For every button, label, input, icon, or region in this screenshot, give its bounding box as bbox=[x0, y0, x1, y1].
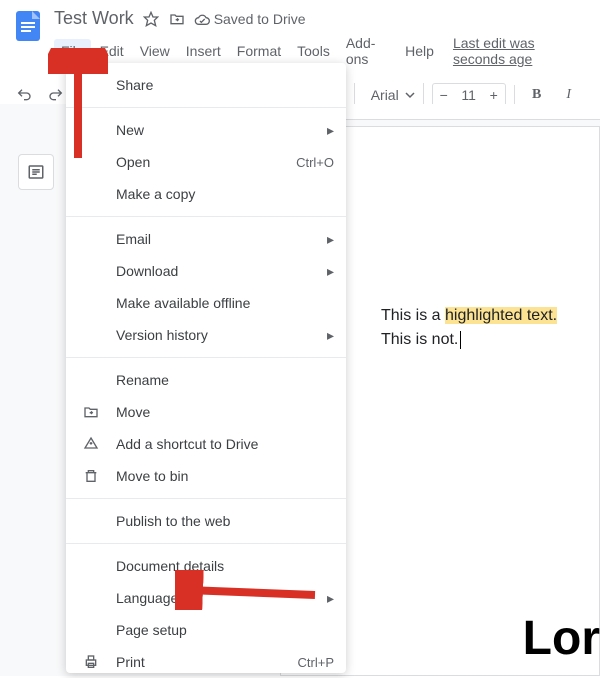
menu-offline[interactable]: Make available offline bbox=[66, 287, 346, 319]
text-line-2: This is not. bbox=[381, 331, 579, 349]
outline-toggle[interactable] bbox=[18, 154, 54, 190]
doc-title[interactable]: Test Work bbox=[54, 8, 134, 29]
text-cursor bbox=[460, 331, 461, 349]
font-size-value[interactable]: 11 bbox=[455, 87, 483, 103]
chevron-right-icon: ▸ bbox=[327, 590, 334, 607]
move-icon bbox=[80, 402, 102, 422]
menu-make-copy[interactable]: Make a copy bbox=[66, 178, 346, 210]
menu-addons[interactable]: Add-ons bbox=[339, 31, 396, 71]
trash-icon bbox=[80, 466, 102, 486]
last-edit-link[interactable]: Last edit was seconds age bbox=[453, 35, 590, 67]
menu-share[interactable]: Share bbox=[66, 69, 346, 101]
move-folder-icon[interactable] bbox=[168, 10, 186, 28]
chevron-right-icon: ▸ bbox=[327, 122, 334, 139]
menu-help[interactable]: Help bbox=[398, 39, 441, 63]
menu-email[interactable]: Email▸ bbox=[66, 223, 346, 255]
menu-tools[interactable]: Tools bbox=[290, 39, 337, 63]
star-icon[interactable] bbox=[142, 10, 160, 28]
font-size-increase[interactable]: + bbox=[483, 84, 505, 106]
menu-language[interactable]: Language▸ bbox=[66, 582, 346, 614]
menu-open[interactable]: OpenCtrl+O bbox=[66, 146, 346, 178]
watermark-text: Lor bbox=[523, 611, 600, 666]
menu-print[interactable]: PrintCtrl+P bbox=[66, 646, 346, 678]
menu-download[interactable]: Download▸ bbox=[66, 255, 346, 287]
menu-new[interactable]: New▸ bbox=[66, 114, 346, 146]
menu-document-details[interactable]: Document details bbox=[66, 550, 346, 582]
menu-publish[interactable]: Publish to the web bbox=[66, 505, 346, 537]
menu-insert[interactable]: Insert bbox=[179, 39, 228, 63]
highlighted-text: highlighted text. bbox=[445, 307, 557, 324]
menu-add-shortcut[interactable]: Add a shortcut to Drive bbox=[66, 428, 346, 460]
chevron-right-icon: ▸ bbox=[327, 231, 334, 248]
menu-edit[interactable]: Edit bbox=[93, 39, 131, 63]
menu-rename[interactable]: Rename bbox=[66, 364, 346, 396]
menu-version-history[interactable]: Version history▸ bbox=[66, 319, 346, 351]
menu-format[interactable]: Format bbox=[230, 39, 288, 63]
drive-shortcut-icon bbox=[80, 434, 102, 454]
file-menu-dropdown: Share New▸ OpenCtrl+O Make a copy Email▸… bbox=[66, 63, 346, 673]
menu-move-to-bin[interactable]: Move to bin bbox=[66, 460, 346, 492]
menu-page-setup[interactable]: Page setup bbox=[66, 614, 346, 646]
font-size-decrease[interactable]: − bbox=[433, 84, 455, 106]
text-line-1: This is a highlighted text. bbox=[381, 307, 579, 325]
shortcut-label: Ctrl+P bbox=[298, 655, 334, 670]
docs-logo[interactable] bbox=[10, 8, 46, 44]
chevron-right-icon: ▸ bbox=[327, 263, 334, 280]
print-icon bbox=[80, 652, 102, 672]
menu-view[interactable]: View bbox=[133, 39, 177, 63]
shortcut-label: Ctrl+O bbox=[296, 155, 334, 170]
chevron-right-icon: ▸ bbox=[327, 327, 334, 344]
menu-move[interactable]: Move bbox=[66, 396, 346, 428]
saved-status: Saved to Drive bbox=[194, 11, 306, 27]
menu-file[interactable]: File bbox=[54, 39, 91, 63]
